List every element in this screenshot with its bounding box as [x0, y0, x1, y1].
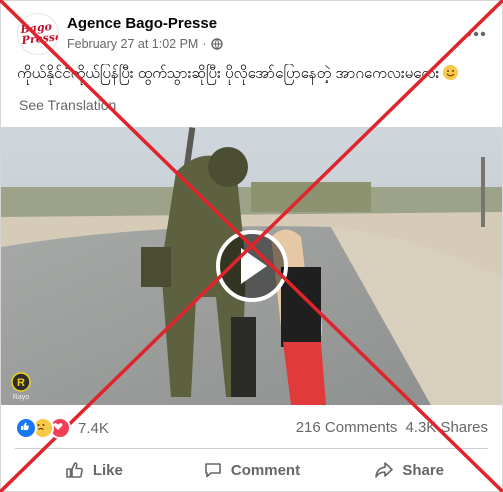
engagement-counts: 216 Comments 4.3K Shares — [296, 419, 488, 436]
meta-separator: · — [202, 37, 207, 51]
see-translation-link[interactable]: See Translation — [19, 97, 116, 113]
share-button[interactable]: Share — [330, 453, 488, 487]
comment-icon — [205, 463, 221, 478]
like-label: Like — [92, 461, 123, 479]
reactions-summary[interactable]: 7.4K — [15, 417, 109, 439]
caption-text: ကိုယ်နိုင်ငံကိုယ်ပြန်ပြီး ထွက်သွားဆိုပြီ… — [17, 65, 440, 82]
comment-button[interactable]: Comment — [173, 453, 331, 487]
action-divider — [15, 448, 488, 449]
smile-emoji-icon — [443, 65, 459, 80]
share-icon — [375, 462, 394, 478]
logo-line-2: Presse — [21, 29, 59, 48]
like-button[interactable]: Like — [15, 453, 173, 487]
page-avatar[interactable]: Bago Presse — [17, 13, 59, 55]
like-reaction-icon — [15, 417, 37, 439]
reaction-count: 7.4K — [78, 419, 109, 437]
globe-icon — [210, 38, 223, 50]
post-actions: Like Comment Share — [15, 453, 488, 487]
post-stats: 7.4K 216 Comments 4.3K Shares — [15, 417, 488, 439]
ellipsis-icon — [466, 31, 486, 37]
post-meta: February 27 at 1:02 PM · — [67, 37, 223, 51]
comments-count-link[interactable]: 216 Comments — [296, 419, 398, 436]
post-timestamp[interactable]: February 27 at 1:02 PM — [67, 37, 198, 51]
facebook-post-card: Bago Presse Agence Bago-Presse February … — [0, 0, 503, 492]
more-options-button[interactable] — [466, 21, 486, 42]
video-player[interactable]: R Rayo — [1, 127, 502, 405]
comment-label: Comment — [230, 461, 301, 479]
page-logo: Bago Presse — [20, 20, 59, 48]
video-watermark: R — [17, 377, 25, 389]
post-caption: ကိုယ်နိုင်ငံကိုယ်ပြန်ပြီး ထွက်သွားဆိုပြီ… — [17, 64, 490, 86]
video-frame: R Rayo — [1, 127, 502, 405]
post-header: Bago Presse Agence Bago-Presse February … — [17, 13, 486, 57]
share-label: Share — [402, 461, 445, 479]
thumbs-up-icon — [66, 462, 83, 478]
shares-count-link[interactable]: 4.3K Shares — [405, 419, 488, 436]
video-watermark-caption: Rayo — [13, 394, 29, 401]
page-name-link[interactable]: Agence Bago-Presse — [67, 15, 217, 32]
play-button[interactable] — [216, 230, 288, 302]
